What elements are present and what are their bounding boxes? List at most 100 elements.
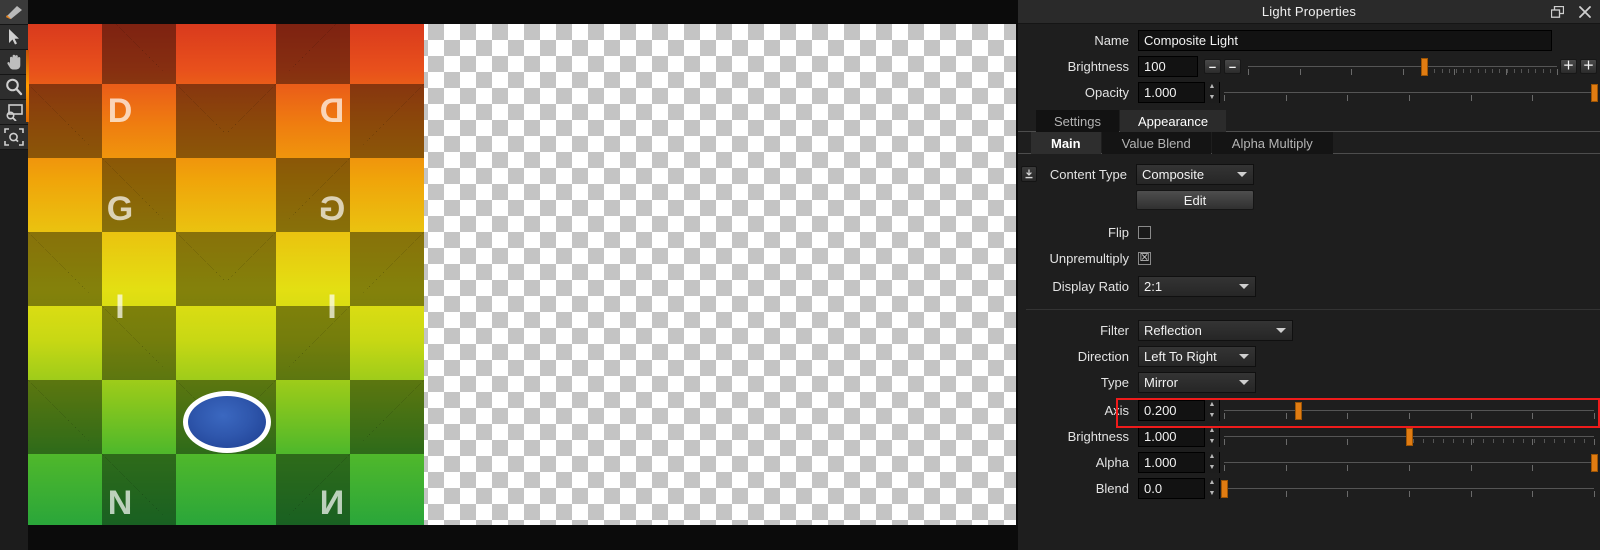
filter-dropdown[interactable]: Reflection	[1138, 319, 1293, 341]
direction-label: Direction	[1077, 348, 1129, 364]
display-ratio-row: Display Ratio 2:1	[1018, 273, 1600, 299]
close-icon[interactable]	[1578, 5, 1592, 19]
display-ratio-label: Display Ratio	[1052, 278, 1129, 294]
blend-slider-handle[interactable]	[1221, 479, 1228, 498]
type-dropdown[interactable]: Mirror	[1138, 371, 1256, 393]
opacity-slider[interactable]	[1224, 82, 1598, 103]
edit-row: Edit	[1018, 187, 1600, 213]
image-half-original: D G I N	[28, 24, 226, 525]
fx-brightness-slider-handle[interactable]	[1406, 427, 1413, 446]
inner-tab-bar: Main Value Blend Alpha Multiply	[1018, 132, 1600, 154]
alpha-stepper[interactable]: ▲ ▼	[1204, 451, 1219, 473]
axis-slider[interactable]	[1224, 400, 1595, 421]
tab-main[interactable]: Main	[1031, 132, 1101, 154]
type-label: Type	[1100, 374, 1129, 390]
image-letter: D	[107, 92, 133, 130]
brightness-increment-button[interactable]: ＋	[1560, 58, 1577, 74]
panel-title-bar: Light Properties	[1018, 0, 1600, 24]
tab-value-blend[interactable]: Value Blend	[1101, 132, 1211, 154]
image-letters-left: D G I N	[28, 24, 226, 525]
tab-appearance[interactable]: Appearance	[1119, 110, 1227, 132]
undock-icon[interactable]	[1550, 5, 1564, 19]
zoom-fit-tool[interactable]	[0, 125, 28, 150]
chevron-down-icon	[1237, 172, 1247, 177]
import-icon[interactable]	[1021, 166, 1037, 182]
image-letter: N	[319, 484, 345, 522]
opacity-stepper[interactable]: ▲ ▼	[1204, 81, 1219, 103]
unpremultiply-checkbox[interactable]: ☒	[1138, 251, 1151, 265]
brightness-label: Brightness	[1067, 58, 1129, 74]
blue-ellipse-shape	[183, 391, 271, 453]
chevron-down-icon	[1276, 328, 1286, 333]
name-label: Name	[1094, 32, 1129, 48]
fx-brightness-label: Brightness	[1067, 428, 1129, 444]
image-letter: D	[319, 92, 345, 130]
fx-brightness-row: Brightness 1.000 ▲ ▼	[1018, 423, 1600, 449]
image-letter: I	[327, 288, 337, 326]
alpha-input[interactable]: 1.000 ▲ ▼	[1138, 451, 1220, 473]
opacity-label: Opacity	[1084, 84, 1129, 100]
chevron-down-icon	[1239, 380, 1249, 385]
unpremultiply-label: Unpremultiply	[1049, 250, 1129, 266]
filter-row: Filter Reflection	[1018, 317, 1600, 343]
axis-slider-handle[interactable]	[1295, 401, 1302, 420]
flip-row: Flip	[1018, 219, 1600, 245]
alpha-slider[interactable]	[1224, 452, 1598, 473]
alpha-slider-handle[interactable]	[1591, 453, 1598, 472]
image-letter: N	[107, 484, 133, 522]
light-properties-panel: Light Properties Name Composite Light Br…	[1018, 0, 1600, 550]
brightness-decrement-large-button[interactable]: –	[1204, 58, 1221, 74]
content-type-label: Content Type	[1049, 166, 1127, 182]
blend-slider[interactable]	[1221, 478, 1595, 499]
brightness-decrement-button[interactable]: –	[1224, 58, 1241, 74]
canvas-top-margin	[28, 0, 1018, 24]
tab-alpha-multiply[interactable]: Alpha Multiply	[1211, 132, 1333, 154]
content-type-row: Content Type Composite	[1018, 161, 1600, 187]
canvas-area[interactable]: D G I N D G I N	[28, 0, 1018, 550]
brightness-increment-large-button[interactable]: ＋	[1580, 58, 1597, 74]
alpha-label: Alpha	[1095, 454, 1129, 470]
panel-title: Light Properties	[1261, 4, 1357, 19]
brightness-input[interactable]: 100	[1138, 55, 1198, 77]
brightness-slider-handle[interactable]	[1421, 57, 1429, 76]
brush-tool[interactable]	[0, 0, 28, 25]
application-window: DGIN DGIN Light Properties Name Composit…	[0, 0, 1600, 550]
zoom-tool[interactable]	[0, 75, 28, 100]
brightness-slider[interactable]	[1248, 56, 1558, 77]
content-type-dropdown[interactable]: Composite	[1136, 163, 1254, 185]
name-row: Name Composite Light	[1018, 27, 1600, 53]
zoom-region-tool[interactable]	[0, 100, 28, 125]
display-ratio-dropdown[interactable]: 2:1	[1138, 275, 1256, 297]
axis-stepper[interactable]: ▲ ▼	[1204, 399, 1219, 421]
image-letter: I	[115, 288, 125, 326]
fx-brightness-input[interactable]: 1.000 ▲ ▼	[1138, 425, 1220, 447]
axis-input[interactable]: 0.200 ▲ ▼	[1138, 399, 1220, 421]
left-toolbar	[0, 0, 29, 550]
select-tool[interactable]	[0, 25, 28, 50]
opacity-row: Opacity 1.000 ▲ ▼	[1018, 79, 1600, 105]
image-letters-right: D G I N	[226, 24, 424, 525]
name-input[interactable]: Composite Light	[1138, 29, 1552, 51]
opacity-slider-handle[interactable]	[1591, 83, 1598, 102]
unpremultiply-row: Unpremultiply ☒	[1018, 245, 1600, 271]
document-transparency-backdrop: D G I N D G I N	[28, 24, 1016, 525]
blend-row: Blend 0.0 ▲ ▼	[1018, 475, 1600, 501]
flip-label: Flip	[1108, 224, 1129, 240]
blend-label: Blend	[1095, 480, 1129, 496]
opacity-input[interactable]: 1.000 ▲ ▼	[1138, 81, 1220, 103]
pan-tool[interactable]	[0, 50, 28, 75]
edit-button[interactable]: Edit	[1136, 190, 1254, 210]
blend-stepper[interactable]: ▲ ▼	[1204, 477, 1219, 499]
chevron-down-icon	[1239, 354, 1249, 359]
direction-row: Direction Left To Right	[1018, 343, 1600, 369]
blend-input[interactable]: 0.0 ▲ ▼	[1138, 477, 1220, 499]
direction-dropdown[interactable]: Left To Right	[1138, 345, 1256, 367]
tab-settings[interactable]: Settings	[1036, 110, 1119, 132]
type-row: Type Mirror	[1018, 369, 1600, 395]
fx-brightness-stepper[interactable]: ▲ ▼	[1204, 425, 1219, 447]
image-half-mirrored: D G I N	[226, 24, 424, 525]
axis-label: Axis	[1104, 402, 1129, 418]
fx-brightness-slider[interactable]	[1224, 426, 1595, 447]
flip-checkbox[interactable]	[1138, 225, 1151, 239]
brightness-row: Brightness 100 – – ＋ ＋	[1018, 53, 1600, 79]
